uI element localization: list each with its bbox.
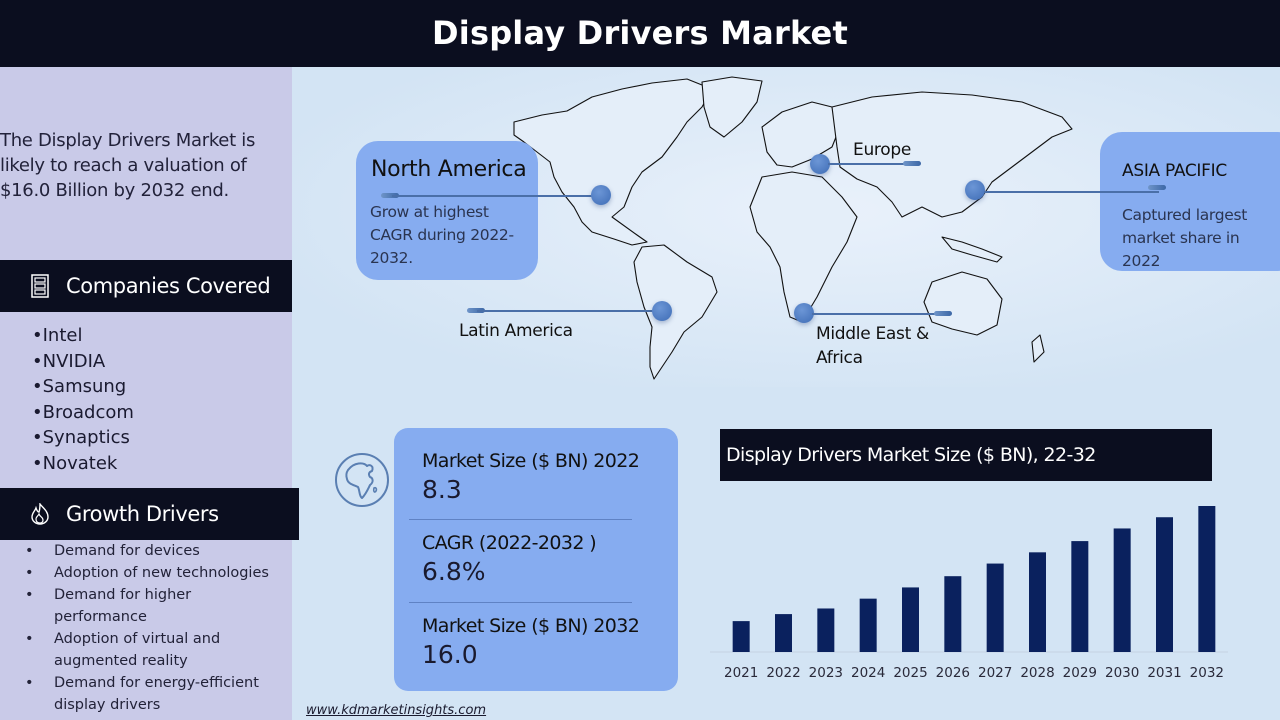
- desc-line: CAGR during 2022-: [370, 226, 514, 244]
- asia-pacific-marker[interactable]: [965, 180, 985, 200]
- x-tick-label: 2029: [1063, 665, 1097, 681]
- bar-2028: [1029, 552, 1046, 652]
- bar-2027: [986, 563, 1004, 652]
- x-tick-label: 2027: [978, 665, 1012, 681]
- x-tick-label: 2025: [893, 665, 927, 681]
- latin-america-marker[interactable]: [652, 301, 672, 321]
- bar-2030: [1113, 528, 1131, 652]
- chart-title: Display Drivers Market Size ($ BN), 22-3…: [726, 444, 1096, 466]
- stat-market-size-2032: Market Size ($ BN) 2032 16.0: [422, 615, 662, 669]
- stat-label: Market Size ($ BN) 2022: [422, 450, 640, 472]
- title-line: Middle East &: [816, 324, 930, 344]
- driver-item: Demand for devices: [0, 540, 292, 562]
- stat-divider: [409, 519, 632, 520]
- stat-value: 8.3: [422, 475, 462, 504]
- north-america-title: North America: [371, 157, 527, 182]
- europe-title: Europe: [853, 140, 911, 160]
- x-tick-label: 2023: [809, 665, 843, 681]
- companies-covered-title: Companies Covered: [66, 274, 271, 298]
- bar-2032: [1198, 506, 1216, 652]
- stat-label: Market Size ($ BN) 2032: [422, 615, 640, 637]
- mea-connector: [812, 313, 947, 315]
- stat-value: 16.0: [422, 640, 478, 669]
- north-america-connector: [392, 195, 602, 197]
- mea-marker[interactable]: [794, 303, 814, 323]
- bar-2024: [859, 598, 877, 652]
- europe-marker[interactable]: [810, 154, 830, 174]
- bar-2026: [944, 576, 962, 652]
- chart-title-bar: Display Drivers Market Size ($ BN), 22-3…: [720, 429, 1212, 481]
- desc-line: Captured largest: [1122, 206, 1248, 224]
- company-item: Synaptics: [32, 425, 134, 451]
- companies-covered-header: Companies Covered: [0, 260, 299, 312]
- companies-list: Intel NVIDIA Samsung Broadcom Synaptics …: [32, 323, 134, 476]
- stat-market-size-2022: Market Size ($ BN) 2022 8.3: [422, 450, 662, 504]
- asia-pacific-connector: [984, 191, 1159, 193]
- market-size-bar-chart: 2021 2022 2023 2024 2025 2026 2027 2028 2029 2030…: [710, 506, 1228, 681]
- x-tick-label: 2032: [1190, 665, 1224, 681]
- north-america-desc: Grow at highest CAGR during 2022- 2032.: [370, 201, 514, 270]
- x-tick-label: 2026: [936, 665, 970, 681]
- header-bar: Display Drivers Market: [0, 0, 1280, 67]
- driver-item: Adoption of virtual and augmented realit…: [0, 628, 240, 672]
- company-item: Broadcom: [32, 400, 134, 426]
- company-item: Novatek: [32, 451, 134, 477]
- desc-line: Grow at highest: [370, 203, 489, 221]
- north-america-marker[interactable]: [591, 185, 611, 205]
- flame-icon: [28, 502, 52, 526]
- world-map-section: North America Grow at highest CAGR durin…: [292, 67, 1280, 387]
- stat-divider: [409, 602, 632, 603]
- bar-2031: [1156, 517, 1173, 652]
- bar-2021: [732, 621, 750, 652]
- x-tick-label: 2022: [766, 665, 800, 681]
- company-item: Intel: [32, 323, 134, 349]
- europe-pill: [903, 161, 921, 166]
- desc-line: 2032.: [370, 249, 413, 267]
- latin-america-connector: [477, 310, 653, 312]
- title-line: Africa: [816, 348, 863, 368]
- market-stats-card: Market Size ($ BN) 2022 8.3 CAGR (2022-2…: [394, 428, 678, 691]
- bar-2022: [775, 614, 792, 652]
- bar-2025: [902, 587, 919, 652]
- driver-item: Demand for higher performance: [0, 584, 220, 628]
- stat-value: 6.8%: [422, 557, 486, 586]
- x-tick-label: 2021: [724, 665, 758, 681]
- bar-2023: [817, 608, 835, 652]
- mea-title: Middle East & Africa: [816, 322, 929, 370]
- building-icon: [28, 274, 52, 298]
- asia-pacific-desc: Captured largest market share in 2022: [1122, 204, 1280, 273]
- company-item: Samsung: [32, 374, 134, 400]
- stat-label: CAGR (2022-2032 ): [422, 532, 597, 554]
- source-link[interactable]: www.kdmarketinsights.com: [306, 703, 486, 718]
- latin-america-title: Latin America: [459, 321, 573, 341]
- x-tick-label: 2024: [851, 665, 885, 681]
- stat-cagr: CAGR (2022-2032 ) 6.8%: [422, 532, 662, 586]
- asia-pacific-title: ASIA PACIFIC: [1122, 161, 1227, 181]
- driver-item: Demand for energy-efficient display driv…: [0, 672, 280, 716]
- intro-text: The Display Drivers Market is likely to …: [0, 130, 256, 201]
- growth-drivers-header: Growth Drivers: [0, 488, 299, 540]
- growth-drivers-title: Growth Drivers: [66, 502, 219, 526]
- x-tick-label: 2030: [1105, 665, 1139, 681]
- company-item: NVIDIA: [32, 349, 134, 375]
- mea-pill: [934, 311, 952, 316]
- asia-pacific-pill: [1148, 185, 1166, 190]
- page-title: Display Drivers Market: [432, 14, 848, 52]
- x-tick-label: 2031: [1147, 665, 1181, 681]
- globe-africa-icon: [335, 453, 389, 507]
- x-tick-label: 2028: [1020, 665, 1054, 681]
- bar-2029: [1071, 541, 1089, 652]
- desc-line: market share in 2022: [1122, 229, 1240, 270]
- driver-item: Adoption of new technologies: [0, 562, 292, 584]
- growth-drivers-list: Demand for devices Adoption of new techn…: [0, 540, 292, 716]
